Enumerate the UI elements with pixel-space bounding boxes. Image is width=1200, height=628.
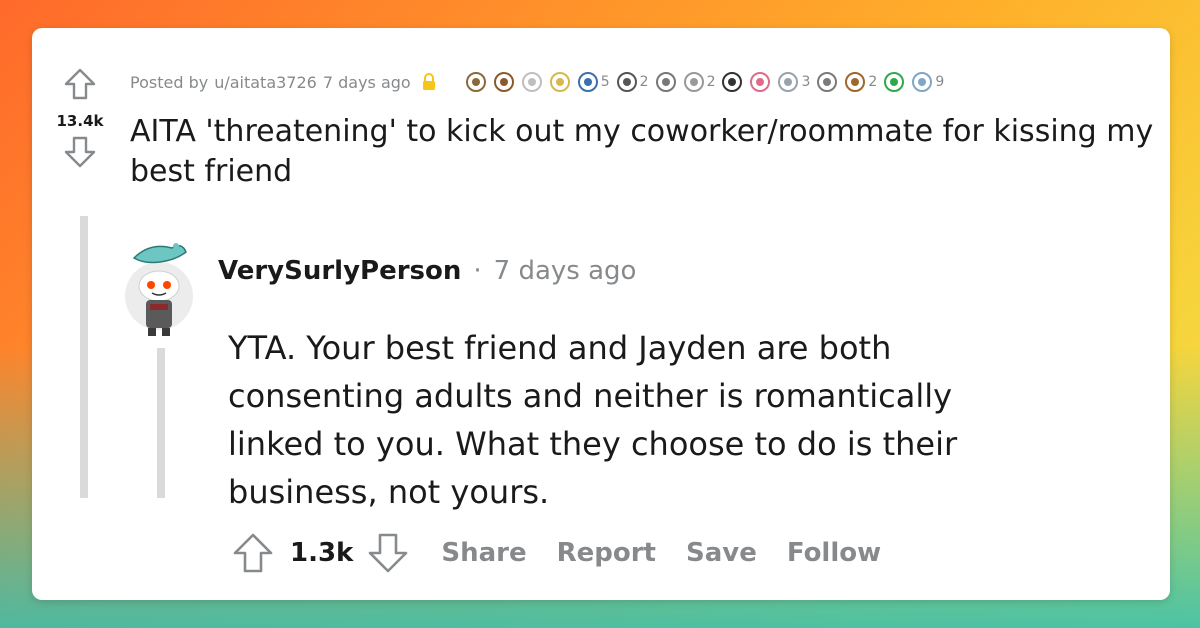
award-item[interactable]	[721, 71, 743, 93]
award-count: 2	[706, 74, 716, 90]
save-button[interactable]: Save	[686, 538, 757, 568]
post-author-link[interactable]: u/aitata3726	[214, 73, 317, 92]
award-item[interactable]	[465, 71, 487, 93]
post-title[interactable]: AITA 'threatening' to kick out my cowork…	[130, 112, 1160, 192]
award-count: 2	[639, 74, 649, 90]
snoo-hug-award-icon	[817, 72, 838, 92]
award-item[interactable]: 5	[577, 71, 610, 93]
award-item[interactable]	[883, 71, 905, 93]
comment-username[interactable]: VerySurlyPerson	[218, 256, 461, 286]
lock-icon	[422, 73, 435, 90]
award-item[interactable]: 9	[911, 71, 944, 93]
post-vote-column: 13.4k	[50, 66, 110, 170]
facepalm-award-icon	[655, 72, 676, 92]
separator-dot: ·	[473, 256, 482, 286]
comment-body: YTA. Your best friend and Jayden are bot…	[228, 329, 958, 511]
confetti-snoo-award-icon	[750, 72, 771, 92]
snoo-glasses-award-icon	[577, 72, 598, 92]
award-item[interactable]	[816, 71, 838, 93]
upvote-arrow-icon[interactable]	[62, 66, 98, 102]
silver-award-icon	[778, 72, 799, 92]
award-item[interactable]: 2	[683, 71, 716, 93]
skull-award-icon	[616, 72, 637, 92]
award-item[interactable]	[493, 71, 515, 93]
award-item[interactable]	[549, 71, 571, 93]
award-item[interactable]	[749, 71, 771, 93]
comment-thread-line[interactable]	[157, 348, 165, 498]
award-count: 9	[935, 74, 945, 90]
comment-header: VerySurlyPerson · 7 days ago	[218, 256, 636, 286]
comment-score: 1.3k	[290, 538, 354, 568]
post-card: 13.4k Posted by u/aitata3726 7 days ago …	[32, 28, 1170, 600]
downvote-arrow-icon[interactable]	[62, 134, 98, 170]
award-item[interactable]: 2	[616, 71, 649, 93]
comment-upvote-icon[interactable]	[230, 530, 276, 576]
poop-award-icon	[493, 72, 514, 92]
green-dino-award-icon	[884, 72, 905, 92]
comment-downvote-icon[interactable]	[365, 530, 411, 576]
award-count: 2	[868, 74, 878, 90]
bear-award-icon	[845, 72, 866, 92]
award-item[interactable]: 3	[777, 71, 810, 93]
post-age: 7 days ago	[322, 72, 411, 92]
award-item[interactable]	[521, 71, 543, 93]
comment-age: 7 days ago	[493, 256, 637, 286]
post-meta: Posted by u/aitata3726 7 days ago 5 2 2 3 2 9	[130, 70, 944, 94]
share-button[interactable]: Share	[441, 538, 526, 568]
sword-award-icon	[465, 72, 486, 92]
shocked-snoo-award-icon	[722, 72, 743, 92]
award-count: 5	[600, 74, 610, 90]
comment-action-bar: 1.3k Share Report Save Follow	[230, 530, 881, 576]
report-button[interactable]: Report	[557, 538, 656, 568]
toilet-paper-award-icon	[521, 72, 542, 92]
follow-button[interactable]: Follow	[787, 538, 881, 568]
award-item[interactable]	[655, 71, 677, 93]
post-score: 13.4k	[56, 112, 104, 130]
blue-dragon-award-icon	[912, 72, 933, 92]
wizard-award-icon	[549, 72, 570, 92]
posted-by-label: Posted by	[130, 72, 209, 92]
thread-line[interactable]	[80, 216, 88, 498]
award-count: 3	[801, 74, 811, 90]
user-avatar[interactable]	[120, 238, 198, 338]
laughing-face-award-icon	[683, 72, 704, 92]
award-item[interactable]: 2	[844, 71, 877, 93]
awards-row: 5 2 2 3 2 9	[465, 71, 944, 93]
